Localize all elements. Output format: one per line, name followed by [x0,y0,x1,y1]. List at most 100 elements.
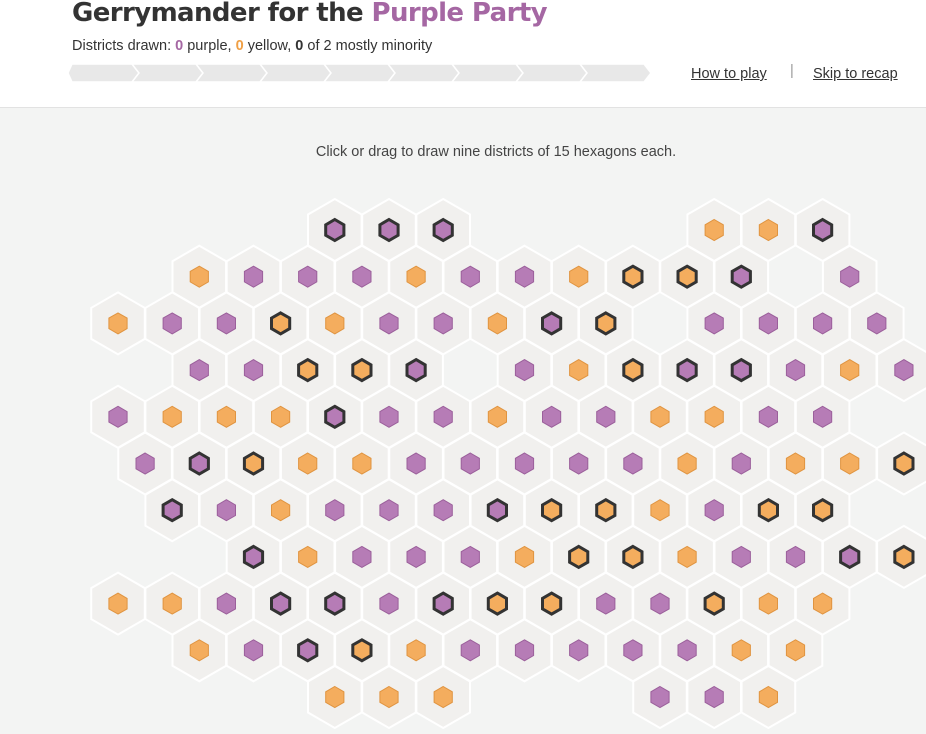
yellow-voter-icon [840,359,860,382]
purple-voter-icon [243,265,264,288]
purple-voter-icon [433,312,453,335]
purple-voter-icon [379,405,399,428]
yellow-voter-icon [352,452,372,475]
yellow-voter-icon [840,452,860,475]
purple-voter-icon [731,545,751,568]
yellow-minority-voter-icon [297,357,319,383]
hex-cell[interactable] [90,571,146,636]
yellow-minority-voter-icon [893,451,915,476]
yellow-voter-icon [758,218,778,242]
yellow-voter-icon [271,405,291,428]
yellow-voter-icon [433,685,453,709]
purple-voter-icon [569,452,589,475]
yellow-voter-icon [298,545,318,568]
purple-voter-icon [352,545,372,568]
purple-minority-voter-icon [812,217,834,243]
purple-minority-voter-icon [324,217,346,243]
purple-voter-icon [460,452,480,475]
purple-voter-icon [731,452,751,475]
yellow-minority-voter-icon [893,544,915,570]
yellow-voter-icon [298,452,318,475]
hex-cell[interactable] [876,524,926,590]
purple-voter-icon [460,265,480,288]
purple-minority-voter-icon [839,544,861,570]
yellow-minority-voter-icon [595,497,617,523]
purple-voter-icon [650,685,670,709]
purple-minority-voter-icon [541,311,563,336]
purple-voter-icon [216,499,236,522]
yellow-minority-voter-icon [541,497,563,523]
purple-minority-voter-icon [486,497,508,523]
purple-voter-icon [325,499,345,522]
purple-minority-voter-icon [432,217,454,243]
yellow-voter-icon [731,639,751,662]
yellow-voter-icon [677,545,697,568]
purple-voter-icon [379,592,399,615]
purple-minority-voter-icon [378,217,400,243]
purple-voter-icon [894,359,914,382]
purple-minority-voter-icon [188,451,210,476]
purple-voter-icon [379,499,399,522]
yellow-voter-icon [189,639,209,662]
purple-voter-icon [460,545,480,568]
yellow-minority-voter-icon [812,497,834,523]
yellow-voter-icon [813,592,833,615]
yellow-voter-icon [569,265,589,288]
purple-minority-voter-icon [270,591,292,616]
yellow-voter-icon [271,499,291,522]
purple-voter-icon [243,639,264,662]
purple-voter-icon [189,359,209,382]
purple-minority-voter-icon [730,357,752,383]
purple-voter-icon [758,312,778,335]
purple-voter-icon [813,312,833,335]
purple-voter-icon [514,265,535,288]
hex-cell[interactable] [876,431,926,496]
yellow-voter-icon [569,359,589,382]
yellow-voter-icon [108,592,128,615]
purple-voter-icon [433,499,453,522]
yellow-voter-icon [189,265,209,288]
yellow-voter-icon [704,218,724,242]
yellow-voter-icon [162,405,182,428]
yellow-minority-voter-icon [351,357,373,383]
yellow-voter-icon [487,312,507,335]
yellow-voter-icon [758,592,778,615]
purple-voter-icon [623,452,643,475]
purple-minority-voter-icon [324,404,346,430]
purple-voter-icon [379,312,399,335]
yellow-voter-icon [650,405,670,428]
purple-voter-icon [704,499,724,522]
purple-minority-voter-icon [242,544,265,570]
purple-voter-icon [460,639,480,662]
yellow-minority-voter-icon [242,451,265,476]
yellow-minority-voter-icon [622,357,644,383]
purple-minority-voter-icon [432,591,454,616]
yellow-voter-icon [162,592,182,615]
hex-cell[interactable] [90,291,146,356]
purple-voter-icon [514,359,535,382]
purple-voter-icon [514,452,535,475]
purple-voter-icon [785,545,806,568]
purple-voter-icon [135,452,155,475]
purple-voter-icon [216,312,236,335]
yellow-minority-voter-icon [486,591,508,616]
yellow-voter-icon [650,499,670,522]
purple-voter-icon [542,405,562,428]
yellow-minority-voter-icon [270,311,292,336]
purple-voter-icon [623,639,643,662]
purple-minority-voter-icon [161,497,183,523]
yellow-voter-icon [325,312,345,335]
purple-voter-icon [406,545,426,568]
purple-voter-icon [216,592,236,615]
purple-voter-icon [596,405,616,428]
purple-voter-icon [867,312,887,335]
hex-board[interactable] [0,0,926,734]
yellow-voter-icon [406,639,426,662]
purple-voter-icon [352,265,372,288]
yellow-voter-icon [785,639,806,662]
purple-voter-icon [840,265,860,288]
purple-voter-icon [758,405,778,428]
purple-voter-icon [677,639,697,662]
yellow-voter-icon [325,685,345,709]
yellow-voter-icon [704,405,724,428]
